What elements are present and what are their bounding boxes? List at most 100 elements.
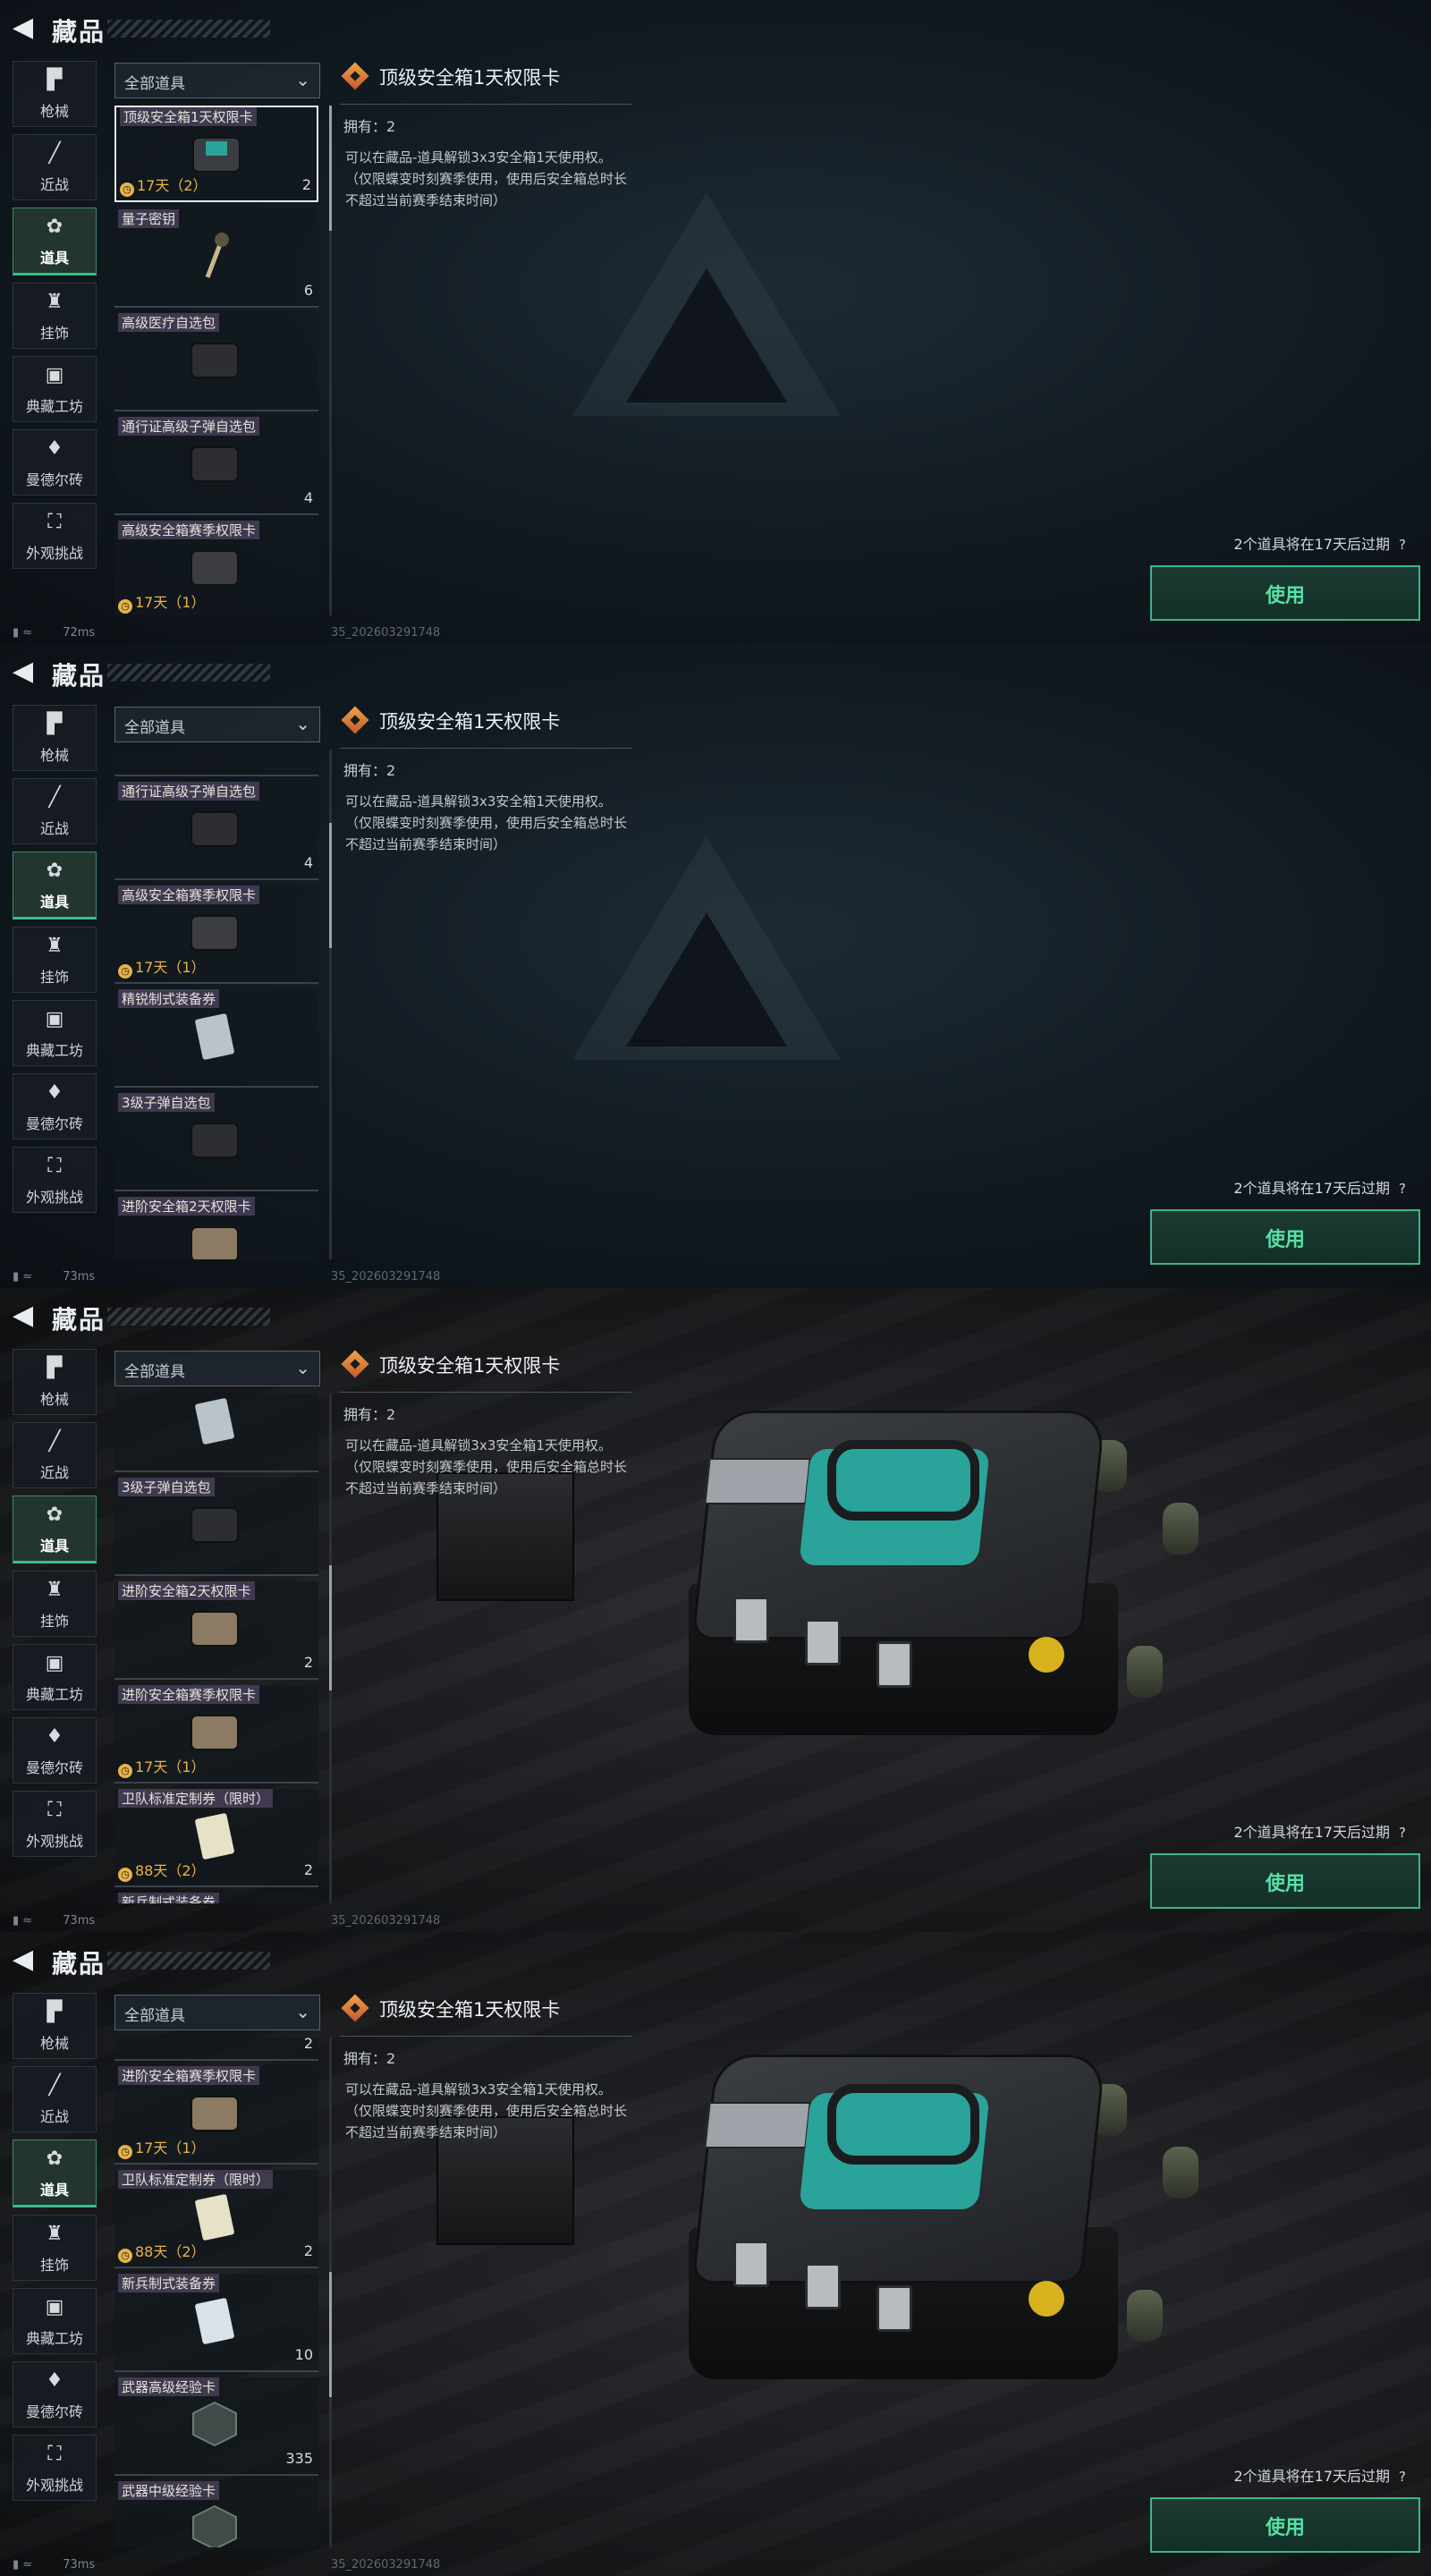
back-arrow-icon[interactable]: ◀ (13, 1945, 33, 1975)
help-icon[interactable]: ? (1399, 537, 1406, 553)
item-card[interactable]: 高级医疗自选包 (114, 750, 318, 776)
use-button[interactable]: 使用 (1150, 2497, 1420, 2553)
tab-items[interactable]: ✿ 道具 (13, 208, 97, 275)
tab-knife[interactable]: ╱ 近战 (13, 2066, 97, 2132)
item-filter-dropdown[interactable]: 全部道具 ⌄ (114, 707, 320, 742)
tab-challenge[interactable]: ⛶ 外观挑战 (13, 1791, 97, 1857)
grenade-image (1163, 1503, 1198, 1555)
tab-charm[interactable]: ♜ 挂饰 (13, 2215, 97, 2281)
tab-charm[interactable]: ♜ 挂饰 (13, 927, 97, 993)
items-icon: ✿ (46, 216, 64, 238)
item-card[interactable]: 进阶安全箱2天权限卡2 (114, 1197, 318, 1259)
help-icon[interactable]: ? (1399, 1825, 1406, 1841)
status-bar: ▮ ≈73ms (13, 2558, 95, 2572)
category-tabs: ▛ 枪械 ╱ 近战 ✿ 道具 ♜ 挂饰 ▣ 典藏工坊 ♦ 曼德尔砖 ⛶ 外观挑战 (13, 705, 97, 1220)
tab-workshop[interactable]: ▣ 典藏工坊 (13, 2288, 97, 2354)
header: ◀ 藏品 (0, 1288, 1431, 1345)
scrollbar-thumb[interactable] (329, 823, 332, 948)
tab-knife[interactable]: ╱ 近战 (13, 778, 97, 844)
expire-text: 2个道具将在17天后过期 (1233, 1180, 1391, 1197)
item-card[interactable]: 3级子弹自选包 (114, 1478, 318, 1576)
clock-icon: ◷ (118, 2145, 132, 2159)
item-card[interactable]: 顶级安全箱1天权限卡 2 ◷ 17天（2） (114, 106, 318, 202)
tab-workshop[interactable]: ▣ 典藏工坊 (13, 356, 97, 422)
category-tabs: ▛ 枪械 ╱ 近战 ✿ 道具 ♜ 挂饰 ▣ 典藏工坊 ♦ 曼德尔砖 ⛶ 外观挑战 (13, 1349, 97, 1864)
brick-icon: ♦ (46, 1725, 64, 1748)
status-bar: ▮ ≈73ms (13, 1270, 95, 1284)
item-card[interactable]: 卫队标准定制券（限时） 2 ◷ 88天（2） (114, 1789, 318, 1887)
tab-brick[interactable]: ♦ 曼德尔砖 (13, 1717, 97, 1784)
tab-gun[interactable]: ▛ 枪械 (13, 61, 97, 127)
tab-items[interactable]: ✿ 道具 (13, 852, 97, 919)
item-card[interactable]: 高级安全箱赛季权限卡 ◷ 17天（1） (114, 886, 318, 984)
item-filter-dropdown[interactable]: 全部道具 ⌄ (114, 1351, 320, 1386)
detail-title: 顶级安全箱1天权限卡 (379, 711, 561, 733)
scrollbar-thumb[interactable] (329, 1565, 332, 1690)
item-card[interactable]: 高级医疗自选包 (114, 313, 318, 411)
tab-label: 曼德尔砖 (25, 1115, 83, 1132)
item-card[interactable]: 进阶安全箱赛季权限卡 ◷ 17天（1） (114, 2066, 318, 2165)
item-card[interactable]: 武器高级经验卡 335 (114, 2377, 318, 2476)
tab-charm[interactable]: ♜ 挂饰 (13, 283, 97, 349)
item-count: 2 (301, 176, 311, 193)
tab-brick[interactable]: ♦ 曼德尔砖 (13, 1073, 97, 1140)
item-filter-dropdown[interactable]: 全部道具 ⌄ (114, 63, 320, 98)
item-card[interactable]: 武器中级经验卡 (114, 2481, 318, 2547)
page-title: 藏品 (52, 661, 106, 691)
tab-brick[interactable]: ♦ 曼德尔砖 (13, 2361, 97, 2428)
item-card[interactable]: 卫队标准定制券（限时） 2 ◷ 88天（2） (114, 2170, 318, 2268)
tab-label: 道具 (39, 1538, 69, 1555)
tab-challenge[interactable]: ⛶ 外观挑战 (13, 2435, 97, 2501)
tab-workshop[interactable]: ▣ 典藏工坊 (13, 1000, 97, 1066)
item-card[interactable]: 精锐制式装备券 (114, 989, 318, 1088)
item-thumbnail (181, 2088, 249, 2138)
item-card[interactable]: 通行证高级子弹自选包 4 (114, 417, 318, 515)
item-list[interactable]: 精锐制式装备券3级子弹自选包进阶安全箱2天权限卡2进阶安全箱赛季权限卡◷17天（… (114, 1394, 320, 1903)
back-arrow-icon[interactable]: ◀ (13, 1301, 33, 1331)
tab-label: 枪械 (39, 103, 69, 120)
help-icon[interactable]: ? (1399, 2469, 1406, 2485)
tab-gun[interactable]: ▛ 枪械 (13, 705, 97, 771)
screen-panel-3: ◀ 藏品 ▛ 枪械 ╱ 近战 ✿ 道具 ♜ 挂饰 ▣ 典藏工坊 ♦ 曼德尔砖 ⛶ 外观挑战 全部道具 ⌄ 精锐制式装… (0, 1288, 1431, 1932)
item-card[interactable]: 量子密钥 6 (114, 209, 318, 308)
tab-workshop[interactable]: ▣ 典藏工坊 (13, 1644, 97, 1710)
item-card[interactable]: 进阶安全箱2天权限卡2 (114, 1581, 318, 1680)
tab-items[interactable]: ✿ 道具 (13, 1496, 97, 1563)
item-card[interactable]: 进阶安全箱2天权限卡2 (114, 2038, 318, 2061)
tab-knife[interactable]: ╱ 近战 (13, 134, 97, 200)
item-list[interactable]: 进阶安全箱2天权限卡2 进阶安全箱赛季权限卡◷17天（1）卫队标准定制券（限时）2… (114, 2038, 320, 2547)
tab-gun[interactable]: ▛ 枪械 (13, 1349, 97, 1415)
help-icon[interactable]: ? (1399, 1181, 1406, 1197)
item-card[interactable]: 通行证高级子弹自选包 4 (114, 782, 318, 880)
back-arrow-icon[interactable]: ◀ (13, 657, 33, 687)
use-button[interactable]: 使用 (1150, 1209, 1420, 1265)
item-card[interactable]: 高级安全箱赛季权限卡 ◷ 17天（1） (114, 521, 318, 615)
charm-icon: ♜ (46, 1579, 64, 1601)
wifi-icon: ≈ (22, 1270, 33, 1284)
scrollbar-thumb[interactable] (329, 106, 332, 231)
item-name: 高级医疗自选包 (118, 313, 220, 332)
tab-challenge[interactable]: ⛶ 外观挑战 (13, 503, 97, 569)
tab-challenge[interactable]: ⛶ 外观挑战 (13, 1147, 97, 1213)
tab-gun[interactable]: ▛ 枪械 (13, 1993, 97, 2059)
tab-knife[interactable]: ╱ 近战 (13, 1422, 97, 1488)
item-count: 2 (303, 1861, 313, 1878)
tab-charm[interactable]: ♜ 挂饰 (13, 1571, 97, 1637)
back-arrow-icon[interactable]: ◀ (13, 13, 33, 43)
tab-brick[interactable]: ♦ 曼德尔砖 (13, 429, 97, 496)
item-card[interactable]: 新兵制式装备券10 (114, 2274, 318, 2372)
item-thumbnail (181, 335, 249, 385)
item-card[interactable]: 3级子弹自选包 (114, 1093, 318, 1191)
item-filter-dropdown[interactable]: 全部道具 ⌄ (114, 1995, 320, 2030)
tab-label: 枪械 (39, 747, 69, 764)
use-button[interactable]: 使用 (1150, 565, 1420, 621)
clock-icon: ◷ (118, 964, 132, 979)
scrollbar-thumb[interactable] (329, 2272, 332, 2397)
item-card[interactable]: 精锐制式装备券 (114, 1394, 318, 1472)
use-button[interactable]: 使用 (1150, 1853, 1420, 1909)
item-card[interactable]: 进阶安全箱赛季权限卡 ◷ 17天（1） (114, 1685, 318, 1784)
item-card[interactable]: 新兵制式装备券10 (114, 1893, 318, 1903)
item-list[interactable]: 顶级安全箱1天权限卡 2 ◷ 17天（2） 量子密钥 6 高级医疗自选包通行证高级子弹自选包… (114, 106, 320, 615)
item-list[interactable]: 高级医疗自选包通行证高级子弹自选包 4 高级安全箱赛季权限卡 ◷17天（1） 精锐制式装… (114, 750, 320, 1259)
tab-items[interactable]: ✿ 道具 (13, 2140, 97, 2207)
